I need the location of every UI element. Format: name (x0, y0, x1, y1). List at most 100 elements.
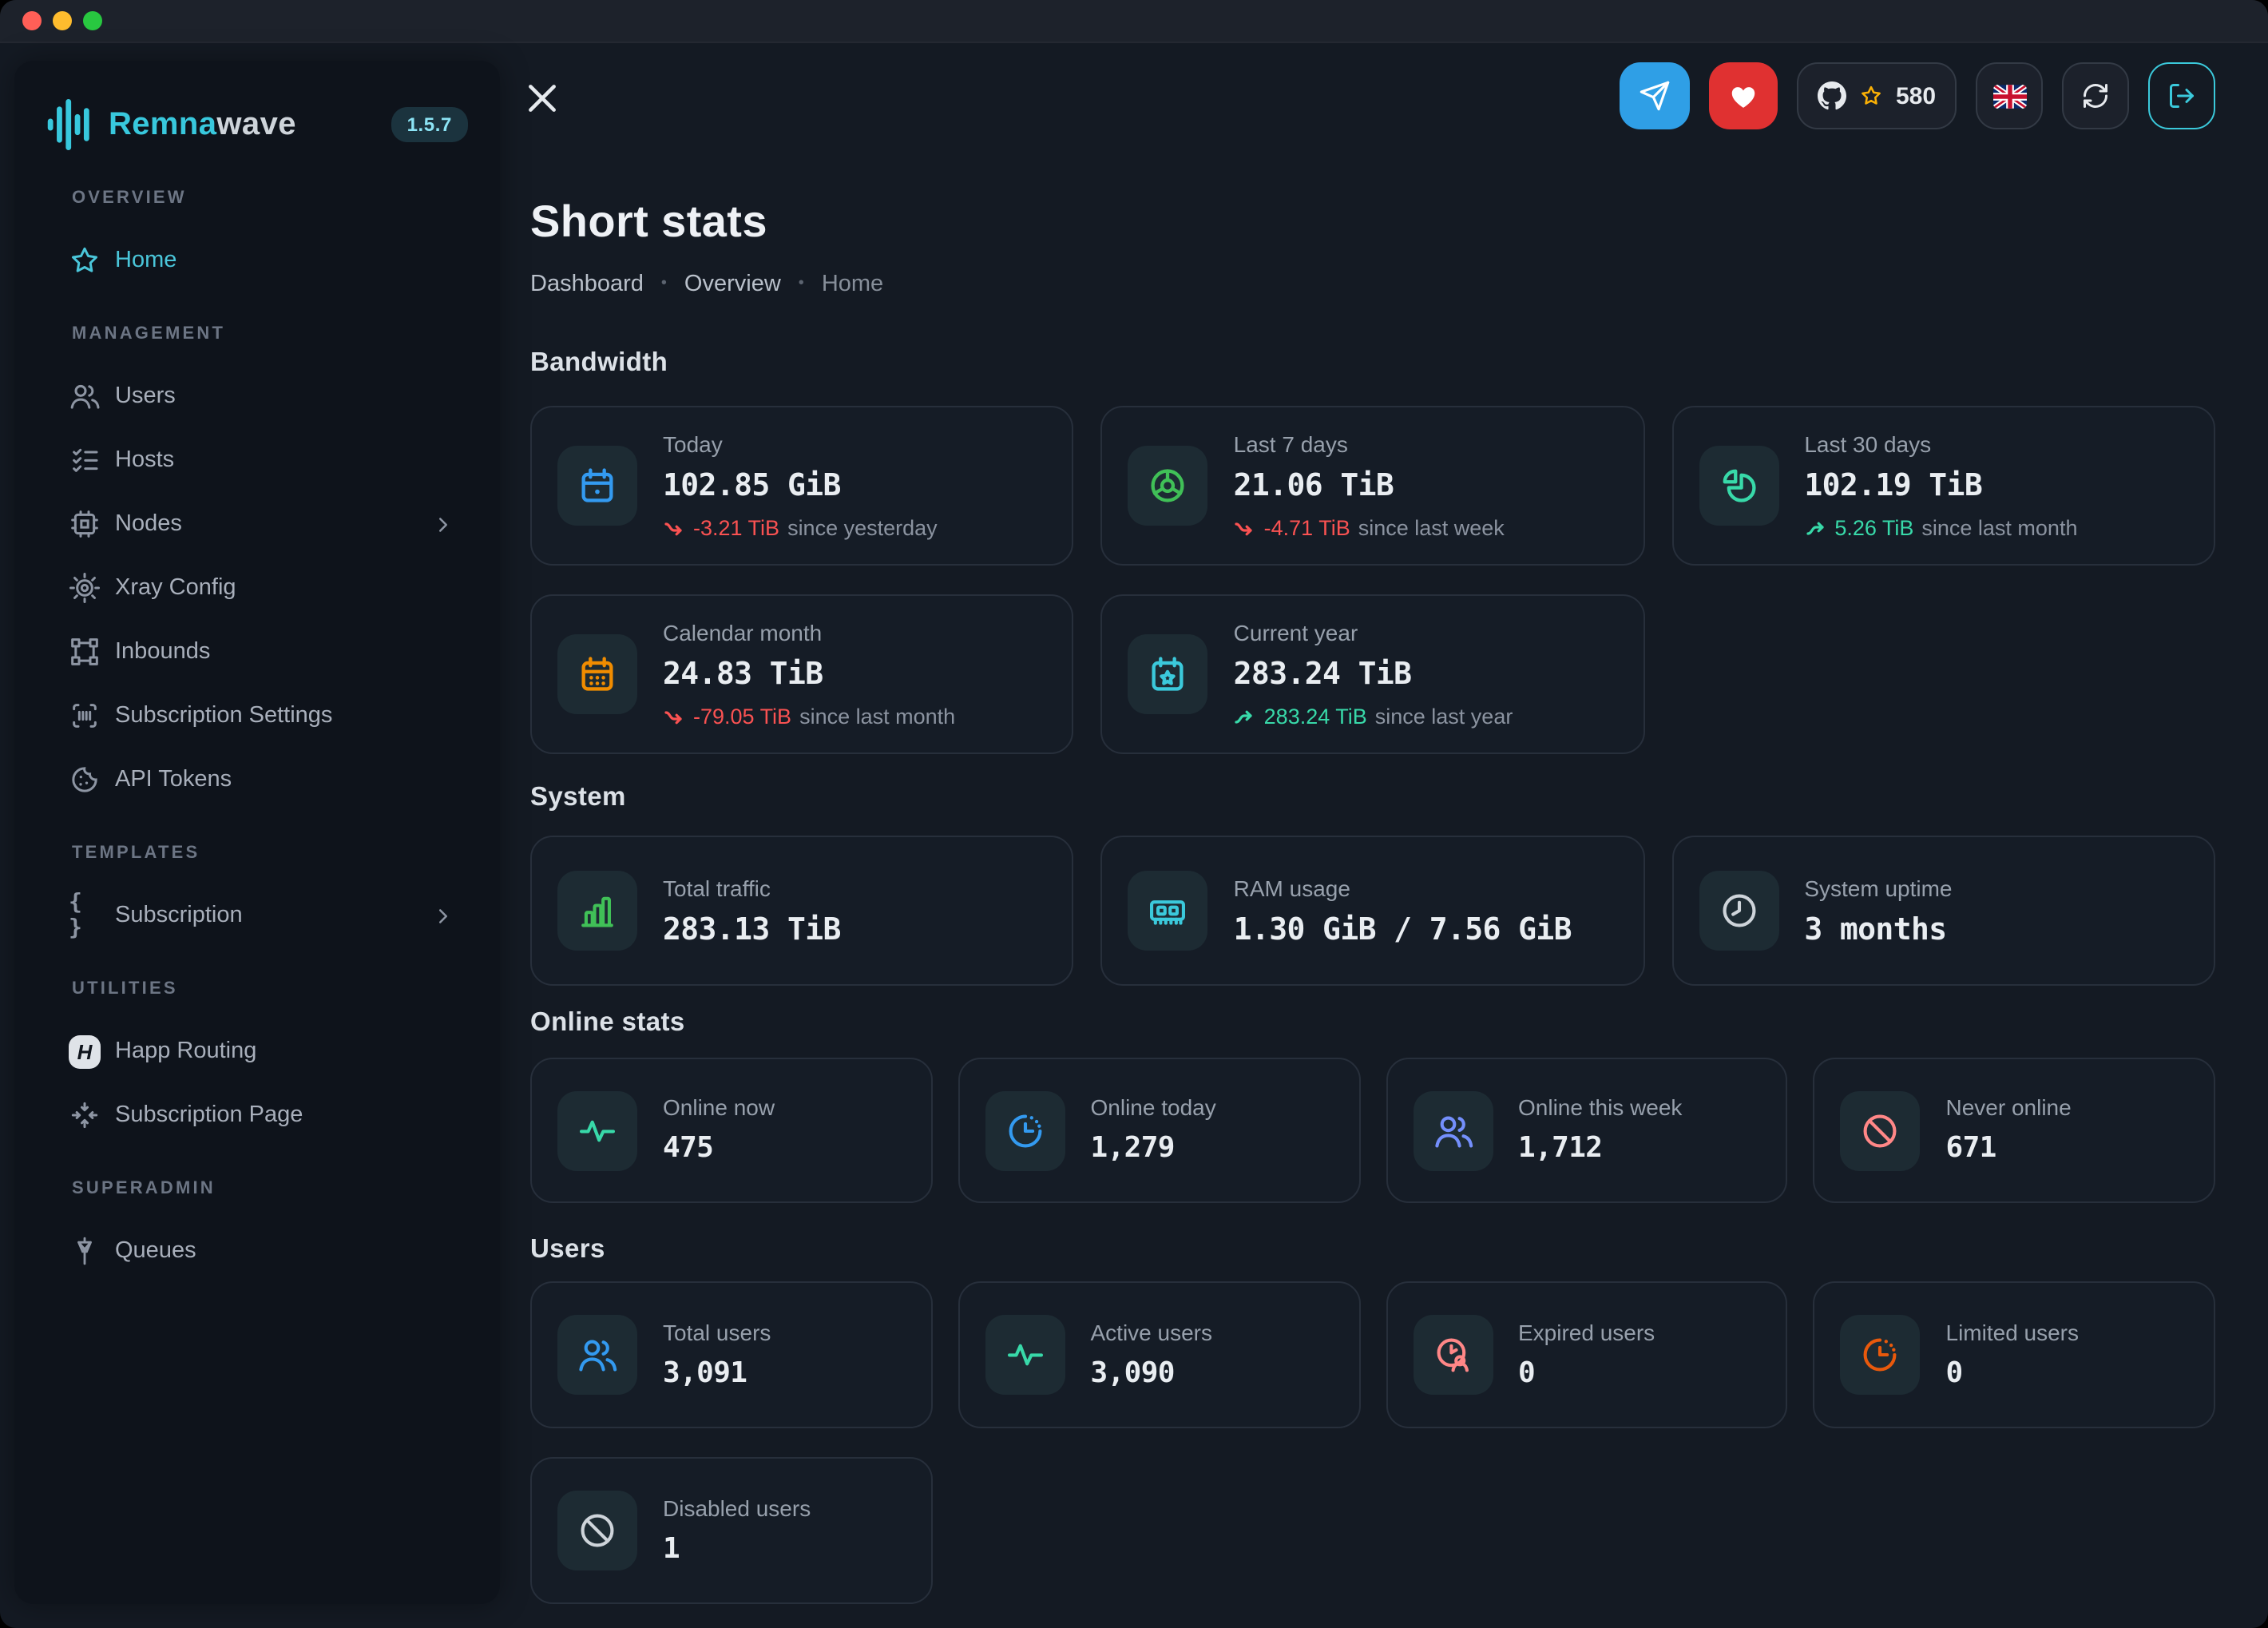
sidebar-section-management: MANAGEMENT (46, 324, 468, 343)
sidebar-item-home[interactable]: Home (46, 232, 468, 289)
stat-label: Calendar month (663, 618, 1050, 647)
stat-value: 1.30 GiB / 7.56 GiB (1234, 910, 1621, 948)
section-heading-online-stats: Online stats (530, 1005, 2215, 1040)
stat-card-calendar-month: Calendar month 24.83 TiB -79.05 TiB sinc… (530, 594, 1074, 754)
user-clock-icon (1413, 1315, 1493, 1395)
chevron-right-icon (431, 903, 455, 927)
close-button[interactable] (521, 77, 562, 118)
stat-card-total-traffic: Total traffic 283.13 TiB (530, 836, 1074, 986)
stat-value: 3,091 (663, 1354, 909, 1392)
converge-arrows-icon (69, 1099, 101, 1131)
sidebar-item-queues[interactable]: Queues (46, 1222, 468, 1280)
sidebar: Remnawave 1.5.7 OVERVIEW Home MANAGEMENT… (14, 61, 500, 1604)
sidebar-item-nodes[interactable]: Nodes (46, 495, 468, 553)
stat-label: Today (663, 430, 1050, 459)
calendar-icon (557, 446, 637, 526)
stat-value: 0 (1946, 1354, 2192, 1392)
stat-value: 475 (663, 1130, 909, 1168)
stat-label: Last 7 days (1234, 430, 1621, 459)
stat-card-online-this-week: Online this week 1,712 (1386, 1058, 1788, 1203)
uk-flag-icon (1992, 84, 2026, 108)
stat-card-last-30-days: Last 30 days 102.19 TiB 5.26 TiB since l… (1671, 406, 2215, 566)
breadcrumb-overview[interactable]: Overview (684, 268, 781, 300)
stat-card-total-users: Total users 3,091 (530, 1281, 933, 1428)
stat-value: 102.19 TiB (1804, 467, 2191, 505)
stat-label: RAM usage (1234, 873, 1621, 902)
traffic-light-zoom[interactable] (83, 11, 102, 30)
traffic-light-close[interactable] (22, 11, 42, 30)
sidebar-item-subscription-template[interactable]: { } Subscription (46, 887, 468, 944)
main-content: 580 (530, 0, 2215, 1604)
traffic-light-minimize[interactable] (53, 11, 72, 30)
barcode-icon (69, 700, 101, 732)
app-window: Remnawave 1.5.7 OVERVIEW Home MANAGEMENT… (0, 0, 2268, 1628)
stat-value: 1 (663, 1530, 909, 1568)
calendar-star-icon (1128, 634, 1208, 714)
gear-icon (69, 572, 101, 604)
logout-button[interactable] (2148, 62, 2215, 129)
github-stars-button[interactable]: 580 (1797, 62, 1957, 129)
delta-value: 283.24 TiB (1264, 703, 1367, 730)
sidebar-item-label: Subscription (115, 903, 243, 928)
ram-icon (1128, 871, 1208, 951)
refresh-button[interactable] (2062, 62, 2129, 129)
antenna-icon (69, 1235, 101, 1267)
breadcrumb-dashboard[interactable]: Dashboard (530, 268, 644, 300)
stat-label: Total traffic (663, 873, 1050, 902)
stat-label: Last 30 days (1804, 430, 2191, 459)
delta-value: 5.26 TiB (1834, 514, 1913, 542)
pulse-icon (557, 1090, 637, 1170)
stat-value: 0 (1518, 1354, 1764, 1392)
stat-value: 1,712 (1518, 1130, 1764, 1168)
sidebar-item-hosts[interactable]: Hosts (46, 431, 468, 489)
stat-label: Online this week (1518, 1093, 1764, 1122)
stat-label: Active users (1091, 1317, 1337, 1346)
stat-card-disabled-users: Disabled users 1 (530, 1457, 933, 1604)
star-icon (1858, 82, 1885, 109)
delta-suffix: since last year (1375, 703, 1513, 730)
sidebar-item-subscription-settings[interactable]: Subscription Settings (46, 687, 468, 745)
system-cards: Total traffic 283.13 TiB RAM usage 1.30 … (530, 836, 2215, 986)
trend-up-icon (1804, 517, 1826, 539)
stat-card-online-today: Online today 1,279 (958, 1058, 1361, 1203)
sidebar-section-templates: TEMPLATES (46, 844, 468, 863)
happ-logo-icon: H (69, 1035, 101, 1067)
sidebar-item-xray-config[interactable]: Xray Config (46, 559, 468, 617)
stat-card-last-7-days: Last 7 days 21.06 TiB -4.71 TiB since la… (1101, 406, 1645, 566)
stat-value: 283.13 TiB (663, 910, 1050, 948)
stat-card-today: Today 102.85 GiB -3.21 TiB since yesterd… (530, 406, 1074, 566)
ban-icon (1841, 1090, 1921, 1170)
stat-value: 1,279 (1091, 1130, 1337, 1168)
cpu-icon (69, 508, 101, 540)
sidebar-section-superadmin: SUPERADMIN (46, 1179, 468, 1198)
stat-value: 24.83 TiB (663, 655, 1050, 693)
page-title: Short stats (530, 192, 2215, 252)
donate-heart-button[interactable] (1709, 62, 1778, 129)
sidebar-item-subscription-page[interactable]: Subscription Page (46, 1086, 468, 1144)
stat-value: 671 (1946, 1130, 2192, 1168)
stat-value: 102.85 GiB (663, 467, 1050, 505)
sidebar-item-api-tokens[interactable]: API Tokens (46, 751, 468, 808)
stat-card-limited-users: Limited users 0 (1814, 1281, 2216, 1428)
telegram-button[interactable] (1620, 62, 1690, 129)
sidebar-item-happ-routing[interactable]: H Happ Routing (46, 1022, 468, 1080)
clock-dashed-icon (1841, 1315, 1921, 1395)
ban-icon (557, 1491, 637, 1570)
stat-card-expired-users: Expired users 0 (1386, 1281, 1788, 1428)
delta-suffix: since last month (1921, 514, 2077, 542)
braces-icon: { } (69, 899, 101, 931)
bandwidth-cards: Today 102.85 GiB -3.21 TiB since yesterd… (530, 406, 2215, 754)
sidebar-item-users[interactable]: Users (46, 367, 468, 425)
refresh-icon (2081, 81, 2110, 110)
stat-delta: -79.05 TiB since last month (663, 703, 1050, 730)
stat-label: Expired users (1518, 1317, 1764, 1346)
stat-delta: 5.26 TiB since last month (1804, 514, 2191, 542)
sidebar-item-label: Happ Routing (115, 1038, 256, 1064)
stat-value: 3,090 (1091, 1354, 1337, 1392)
language-button[interactable] (1976, 62, 2043, 129)
pulse-icon (985, 1315, 1065, 1395)
sidebar-item-inbounds[interactable]: Inbounds (46, 623, 468, 681)
pie-chart-icon (1699, 446, 1778, 526)
breadcrumb-separator: • (799, 268, 804, 300)
cookie-icon (69, 764, 101, 796)
